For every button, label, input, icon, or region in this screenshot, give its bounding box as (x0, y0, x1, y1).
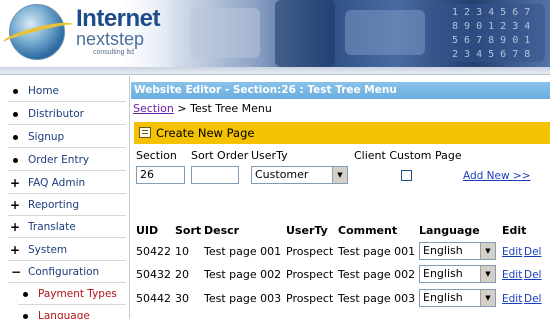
edit-link[interactable]: Edit (502, 246, 522, 258)
breadcrumb: Section > Test Tree Menu (133, 102, 272, 115)
cell-userty: Prospect (286, 292, 334, 305)
logo-subname: nextstep (76, 29, 145, 49)
column-header-comment: Comment (338, 224, 398, 237)
page-title: Website Editor - Section:26 : Test Tree … (134, 84, 397, 96)
bullet-icon (13, 135, 18, 140)
sidebar-item-label: Order Entry (28, 154, 90, 166)
cell-sort: 30 (175, 292, 189, 305)
cell-descr: Test page 001 (204, 245, 282, 258)
banner-photo-dark (275, 0, 335, 67)
create-new-page-label: Create New Page (156, 126, 255, 140)
expand-plus-icon[interactable]: + (10, 195, 20, 216)
sidebar-item-label: Home (28, 85, 60, 97)
bullet-icon (13, 158, 18, 163)
expand-plus-icon[interactable]: + (10, 217, 20, 238)
userty-select-value: Customer (255, 168, 309, 181)
cell-comment: Test page 001 (338, 245, 416, 258)
banner-photo-keyboard (190, 8, 260, 58)
sidebar-item-system[interactable]: + System (8, 240, 126, 261)
breadcrumb-link-section[interactable]: Section (133, 102, 174, 115)
column-header-userty: UserTy (286, 224, 328, 237)
expand-plus-icon[interactable]: + (10, 173, 20, 194)
cell-comment: Test page 002 (338, 268, 416, 281)
cell-comment: Test page 003 (338, 292, 416, 305)
language-select-value: English (423, 244, 463, 257)
delete-link[interactable]: Del (524, 269, 541, 281)
breadcrumb-current: Test Tree Menu (190, 102, 272, 115)
column-header-sort: Sort (175, 224, 202, 237)
breadcrumb-separator: > (173, 102, 191, 115)
sidebar-item-label: System (28, 244, 68, 256)
sidebar-item-order-entry[interactable]: Order Entry (8, 150, 126, 171)
edit-link[interactable]: Edit (502, 293, 522, 305)
cell-userty: Prospect (286, 268, 334, 281)
sidebar: Home Distributor Signup Order Entry + FA… (0, 76, 130, 319)
banner-photo-hands (345, 10, 425, 55)
cell-uid: 50422 (136, 245, 171, 258)
new-page-icon (139, 127, 151, 138)
column-header-language: Language (419, 224, 480, 237)
sidebar-item-label: Configuration (28, 266, 100, 278)
edit-link[interactable]: Edit (502, 269, 522, 281)
userty-select[interactable]: Customer ▼ (251, 166, 348, 184)
create-new-page-bar[interactable]: Create New Page (134, 122, 550, 144)
sidebar-item-signup[interactable]: Signup (8, 127, 126, 148)
client-custom-page-checkbox[interactable] (401, 170, 412, 181)
header-underbar (0, 67, 550, 75)
delete-link[interactable]: Del (524, 293, 541, 305)
sidebar-item-faq-admin[interactable]: + FAQ Admin (8, 173, 126, 194)
language-select[interactable]: English ▼ (419, 242, 496, 260)
cell-uid: 50432 (136, 268, 171, 281)
sidebar-item-label: FAQ Admin (28, 177, 86, 189)
sidebar-item-label: Payment Types (38, 288, 117, 300)
chevron-down-icon[interactable]: ▼ (332, 167, 347, 183)
bullet-icon (13, 112, 18, 117)
column-header-descr: Descr (204, 224, 240, 237)
delete-link[interactable]: Del (524, 246, 541, 258)
sidebar-item-label: Distributor (28, 108, 85, 120)
add-new-link[interactable]: Add New >> (463, 170, 531, 182)
bullet-icon (23, 292, 28, 297)
sidebar-item-label: Language (38, 310, 90, 319)
sidebar-item-language[interactable]: Language (18, 306, 126, 319)
collapse-minus-icon[interactable]: − (11, 262, 21, 283)
header-banner: 1 2 3 4 5 6 78 9 0 1 2 3 45 6 7 8 9 0 12… (0, 0, 550, 67)
sidebar-item-translate[interactable]: + Translate (8, 217, 126, 238)
cell-sort: 20 (175, 268, 189, 281)
cell-descr: Test page 003 (204, 292, 282, 305)
sidebar-item-payment-types[interactable]: Payment Types (18, 284, 126, 305)
sort-order-input[interactable] (191, 166, 239, 184)
chevron-down-icon[interactable]: ▼ (480, 266, 495, 282)
sidebar-item-label: Signup (28, 131, 65, 143)
sidebar-item-home[interactable]: Home (8, 81, 126, 102)
language-select[interactable]: English ▼ (419, 289, 496, 307)
sidebar-item-label: Translate (28, 221, 76, 233)
userty-label: UserTy (251, 149, 288, 162)
logo-tagline: consulting ltd (93, 49, 134, 56)
bullet-icon (13, 89, 18, 94)
language-select[interactable]: English ▼ (419, 265, 496, 283)
cell-userty: Prospect (286, 245, 334, 258)
language-select-value: English (423, 267, 463, 280)
language-select-value: English (423, 291, 463, 304)
section-input[interactable]: 26 (136, 166, 185, 184)
cell-sort: 10 (175, 245, 189, 258)
client-custom-page-label: Client Custom Page (354, 149, 462, 162)
sidebar-item-reporting[interactable]: + Reporting (8, 195, 126, 216)
cell-descr: Test page 002 (204, 268, 282, 281)
sidebar-item-label: Reporting (28, 199, 80, 211)
sidebar-item-configuration[interactable]: − Configuration (8, 262, 126, 283)
column-header-edit: Edit (502, 224, 527, 237)
chevron-down-icon[interactable]: ▼ (480, 243, 495, 259)
bullet-icon (23, 314, 28, 319)
editor-title-bar: Website Editor - Section:26 : Test Tree … (131, 82, 550, 99)
chevron-down-icon[interactable]: ▼ (480, 290, 495, 306)
section-label: Section (136, 149, 177, 162)
banner-decor-digits: 1 2 3 4 5 6 78 9 0 1 2 3 45 6 7 8 9 0 12… (452, 7, 531, 60)
sort-order-label: Sort Order (191, 149, 249, 162)
cell-uid: 50442 (136, 292, 171, 305)
column-header-uid: UID (136, 224, 159, 237)
sidebar-item-distributor[interactable]: Distributor (8, 104, 126, 125)
expand-plus-icon[interactable]: + (10, 240, 20, 261)
